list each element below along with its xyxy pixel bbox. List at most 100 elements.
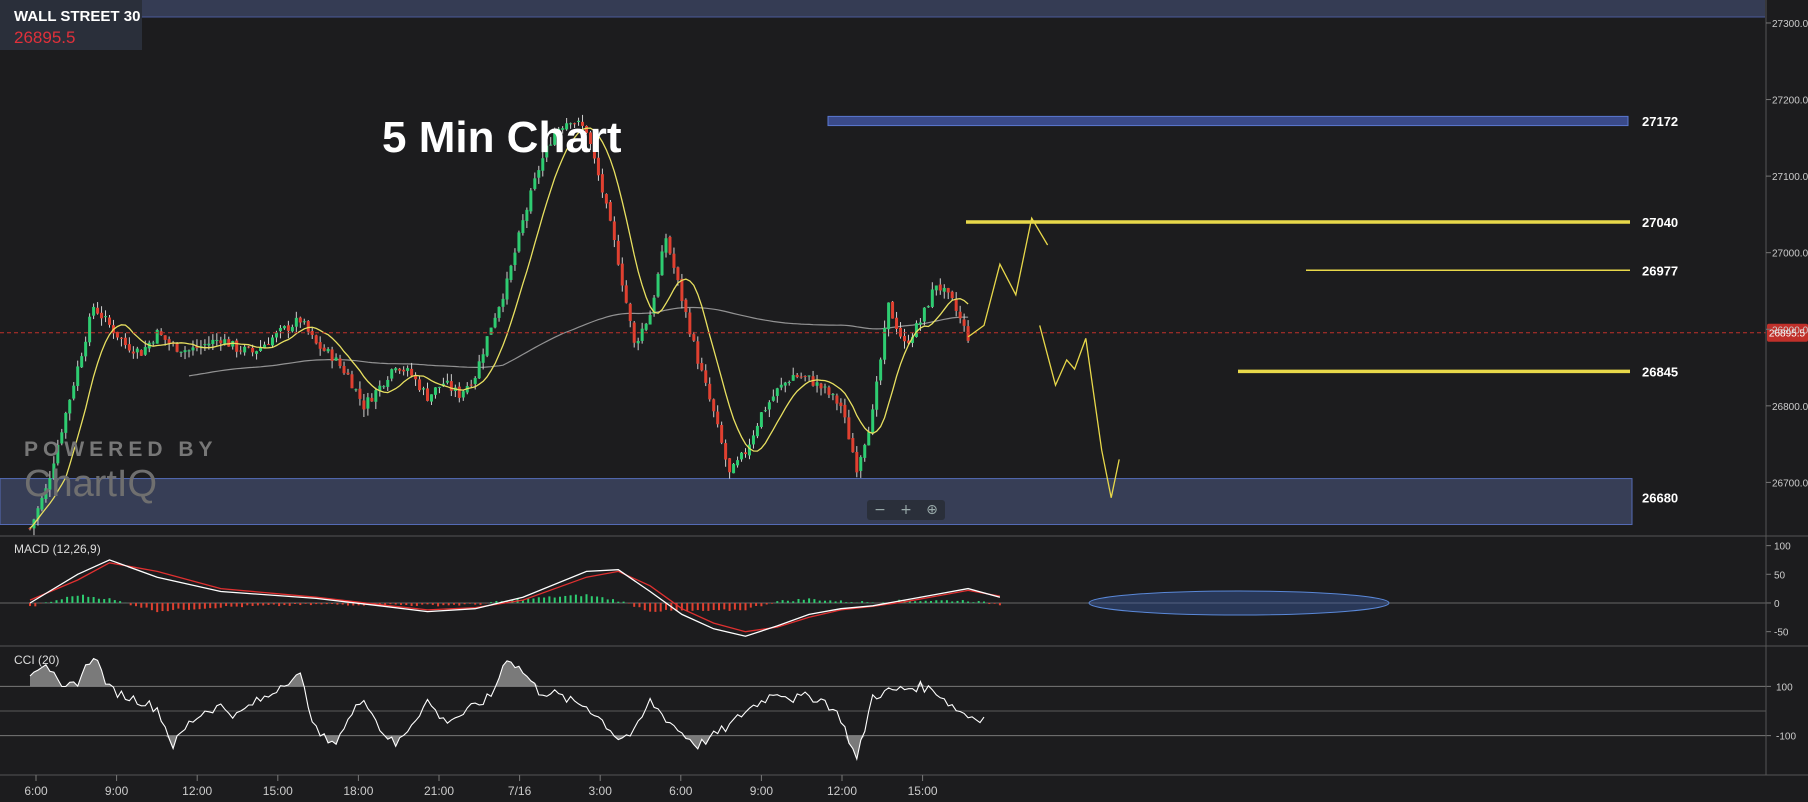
top-zone <box>0 0 1765 17</box>
candle-body <box>831 394 835 396</box>
candle-body <box>863 444 867 458</box>
candle-body <box>859 457 863 471</box>
candle-body <box>759 412 763 427</box>
y-tick-label: 27300.0 <box>1772 19 1808 30</box>
candle-body <box>875 381 879 410</box>
candle-body <box>930 289 934 307</box>
y-tick-label: 27100.0 <box>1772 172 1808 183</box>
x-tick-label: 18:00 <box>343 784 373 798</box>
candle-body <box>755 425 759 437</box>
candle-body <box>648 315 652 325</box>
candle-body <box>720 424 724 443</box>
candle-body <box>628 303 632 322</box>
candle-body <box>481 354 485 363</box>
candle-body <box>370 397 374 402</box>
candle-body <box>934 285 938 291</box>
candle-body <box>282 326 286 329</box>
candle-body <box>684 299 688 313</box>
candle-body <box>290 327 294 332</box>
cci-tick-label: 100 <box>1776 682 1793 693</box>
candle-body <box>493 317 497 328</box>
candle-body <box>227 339 231 347</box>
macd-highlight-ellipse <box>1088 590 1390 616</box>
candle-body <box>151 342 155 344</box>
candle-body <box>950 291 954 299</box>
zoom-reset-button[interactable]: ⊕ <box>926 502 938 518</box>
candle-body <box>294 317 298 327</box>
candle-body <box>473 377 477 384</box>
candle-body <box>676 267 680 281</box>
candle-body <box>700 363 704 371</box>
candle-body <box>338 358 342 367</box>
candle-body <box>179 351 183 353</box>
candle-body <box>529 190 533 212</box>
candle-body <box>712 399 716 412</box>
candle-body <box>608 202 612 221</box>
level-label-27040: 27040 <box>1642 215 1678 230</box>
candle-body <box>108 317 111 325</box>
y-tick-label: 27000.0 <box>1772 249 1808 260</box>
candle-body <box>664 238 668 253</box>
zoom-out-button[interactable]: − <box>874 502 886 518</box>
candle-body <box>410 368 414 376</box>
x-tick-label: 9:00 <box>105 784 129 798</box>
candle-body <box>533 178 537 189</box>
candle-body <box>139 350 143 356</box>
candle-body <box>891 301 895 319</box>
candle-body <box>517 232 521 252</box>
candle-body <box>251 347 255 353</box>
candle-body <box>771 396 775 401</box>
candle-body <box>207 343 211 346</box>
candle-body <box>636 340 640 344</box>
candle-body <box>795 374 799 378</box>
candle-body <box>513 252 517 266</box>
candle-body <box>469 384 473 386</box>
y-tick-label: 26800.0 <box>1772 402 1808 413</box>
candle-body <box>461 391 465 398</box>
candle-body <box>131 351 135 354</box>
y-tick-label: 26700.0 <box>1772 478 1808 489</box>
candle-body <box>668 236 672 254</box>
candle-body <box>656 273 660 297</box>
candle-body <box>155 329 159 344</box>
candle-body <box>342 365 346 374</box>
candle-body <box>406 368 410 371</box>
candle-body <box>330 349 334 361</box>
candle-body <box>235 340 239 352</box>
candle-body <box>688 312 692 335</box>
zoom-in-button[interactable]: + <box>900 502 912 518</box>
candle-body <box>394 368 398 371</box>
candle-body <box>243 346 247 353</box>
candle-body <box>183 350 187 353</box>
candle-body <box>143 347 147 355</box>
candle-body <box>426 388 429 401</box>
candle-body <box>76 366 80 386</box>
candle-body <box>119 337 123 339</box>
candle-body <box>763 410 767 412</box>
candle-body <box>366 397 370 409</box>
resistance-zone-27172 <box>827 115 1629 127</box>
candle-body <box>871 409 875 434</box>
level-label-26977: 26977 <box>1642 263 1678 278</box>
candle-body <box>267 343 270 345</box>
candle-body <box>298 317 302 323</box>
candle-body <box>390 369 394 379</box>
chart-canvas[interactable]: 27172 27040 26977 26845 26680 26895.5 100 50 0 -… <box>0 0 1808 802</box>
candle-body <box>96 307 100 314</box>
cci-panel-title: CCI (20) <box>14 653 59 667</box>
candle-body <box>827 387 831 395</box>
candle-body <box>803 376 807 378</box>
candle-body <box>84 341 88 357</box>
candle-body <box>429 394 433 402</box>
zoom-controls: − + ⊕ <box>867 500 945 520</box>
candle-body <box>867 432 871 446</box>
instrument-price: 26895.5 <box>14 28 76 47</box>
x-tick-label: 9:00 <box>750 784 774 798</box>
candle-body <box>954 298 958 311</box>
candle-body <box>537 170 541 178</box>
candle-body <box>501 298 505 307</box>
candle-body <box>600 174 604 193</box>
x-tick-label: 6:00 <box>24 784 48 798</box>
candle-body <box>819 383 823 389</box>
instrument-badge: WALL STREET 30 26895.5 <box>0 0 142 50</box>
